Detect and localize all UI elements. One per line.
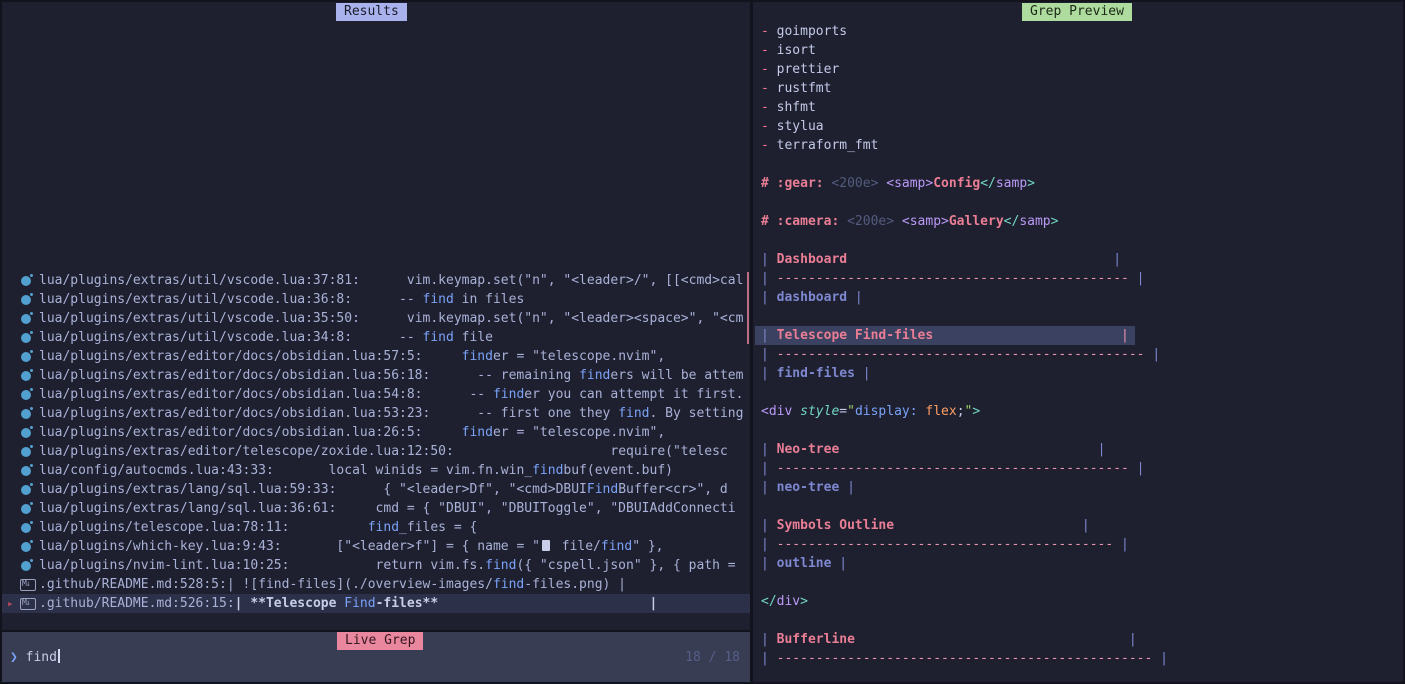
- result-row[interactable]: lua/plugins/extras/editor/docs/obsidian.…: [2, 385, 750, 404]
- preview-line: | Bufferline |: [761, 630, 1403, 649]
- preview-line-highlighted: | Telescope Find-files |: [755, 326, 1135, 345]
- lua-file-icon: [20, 501, 36, 514]
- result-row[interactable]: lua/plugins/extras/util/vscode.lua:34:8:…: [2, 328, 750, 347]
- preview-line: | Dashboard |: [761, 250, 1403, 269]
- result-row[interactable]: lua/plugins/extras/editor/docs/obsidian.…: [2, 347, 750, 366]
- result-row[interactable]: lua/plugins/nvim-lint.lua:10:25: return …: [2, 556, 750, 575]
- prompt-caret-icon: ❯: [10, 650, 18, 665]
- lua-file-icon: [20, 463, 36, 476]
- results-window: Results lua/plugins/extras/util/vscode.l…: [2, 2, 750, 630]
- preview-line: [761, 193, 1403, 212]
- preview-line: [761, 155, 1403, 174]
- preview-line: | Neo-tree |: [761, 440, 1403, 459]
- preview-line: [761, 307, 1403, 326]
- preview-line: | outline |: [761, 554, 1403, 573]
- lua-file-icon: [20, 311, 36, 324]
- result-row[interactable]: lua/plugins/extras/editor/telescope/zoxi…: [2, 442, 750, 461]
- results-list: lua/plugins/extras/util/vscode.lua:37:81…: [2, 271, 750, 613]
- lua-file-icon: [20, 558, 36, 571]
- results-scrollbar[interactable]: [747, 272, 749, 344]
- result-row[interactable]: .github/README.md:528:5:| ![find-files](…: [2, 575, 750, 594]
- match-counter: 18 / 18: [685, 648, 740, 667]
- preview-line: | --------------------------------------…: [761, 269, 1403, 288]
- lua-file-icon: [20, 330, 36, 343]
- result-row[interactable]: lua/plugins/extras/lang/sql.lua:59:33: {…: [2, 480, 750, 499]
- preview-line: | --------------------------------------…: [761, 345, 1403, 364]
- grep-prompt-input[interactable]: ❯ find: [10, 648, 742, 667]
- grep-preview-window: Grep Preview - goimports- isort- prettie…: [753, 2, 1403, 682]
- preview-line: </div>: [761, 592, 1403, 611]
- preview-line: # :gear: <200e> <samp>Config</samp>: [761, 174, 1403, 193]
- preview-line: [761, 383, 1403, 402]
- preview-line: - shfmt: [761, 98, 1403, 117]
- telescope-live-grep-screen: Results lua/plugins/extras/util/vscode.l…: [0, 0, 1405, 684]
- lua-file-icon: [20, 406, 36, 419]
- preview-line: [761, 611, 1403, 630]
- preview-content: - goimports- isort- prettier- rustfmt- s…: [761, 22, 1403, 668]
- lua-file-icon: [20, 292, 36, 305]
- prompt-query-text: find: [26, 650, 57, 665]
- preview-line: - goimports: [761, 22, 1403, 41]
- results-window-title: Results: [336, 3, 407, 21]
- preview-line: | --------------------------------------…: [761, 649, 1403, 668]
- preview-line: [761, 231, 1403, 250]
- lua-file-icon: [20, 368, 36, 381]
- lua-file-icon: [20, 539, 36, 552]
- preview-line: - prettier: [761, 60, 1403, 79]
- selection-arrow-icon: ▸: [7, 594, 14, 613]
- result-row[interactable]: lua/plugins/extras/util/vscode.lua:35:50…: [2, 309, 750, 328]
- lua-file-icon: [20, 273, 36, 286]
- preview-window-title: Grep Preview: [1022, 3, 1132, 21]
- result-row[interactable]: lua/plugins/extras/util/vscode.lua:37:81…: [2, 271, 750, 290]
- lua-file-icon: [20, 387, 36, 400]
- preview-line: - isort: [761, 41, 1403, 60]
- lua-file-icon: [20, 520, 36, 533]
- preview-line: | Symbols Outline |: [761, 516, 1403, 535]
- preview-line: | --------------------------------------…: [761, 535, 1403, 554]
- result-row[interactable]: lua/plugins/extras/lang/sql.lua:36:61: c…: [2, 499, 750, 518]
- result-row[interactable]: lua/config/autocmds.lua:43:33: local win…: [2, 461, 750, 480]
- preview-line: <div style="display: flex;">: [761, 402, 1403, 421]
- preview-line: | --------------------------------------…: [761, 459, 1403, 478]
- preview-line: [761, 421, 1403, 440]
- preview-line: [761, 497, 1403, 516]
- file-icon: [542, 540, 550, 551]
- preview-line: | neo-tree |: [761, 478, 1403, 497]
- lua-file-icon: [20, 482, 36, 495]
- live-grep-prompt-window: Live Grep ❯ find 18 / 18: [2, 632, 750, 682]
- preview-line: [761, 573, 1403, 592]
- prompt-window-title: Live Grep: [337, 632, 423, 650]
- result-row[interactable]: lua/plugins/which-key.lua:9:43: ["<leade…: [2, 537, 750, 556]
- markdown-file-icon: [20, 577, 36, 590]
- preview-line: | find-files |: [761, 364, 1403, 383]
- preview-line: | dashboard |: [761, 288, 1403, 307]
- result-row[interactable]: lua/plugins/telescope.lua:78:11: find_fi…: [2, 518, 750, 537]
- result-row[interactable]: lua/plugins/extras/editor/docs/obsidian.…: [2, 404, 750, 423]
- preview-line: - terraform_fmt: [761, 136, 1403, 155]
- result-row[interactable]: ▸.github/README.md:526:15:| **Telescope …: [2, 594, 750, 613]
- lua-file-icon: [20, 425, 36, 438]
- lua-file-icon: [20, 444, 36, 457]
- markdown-file-icon: [20, 596, 36, 609]
- preview-line: - stylua: [761, 117, 1403, 136]
- text-cursor: [58, 649, 60, 663]
- result-row[interactable]: lua/plugins/extras/editor/docs/obsidian.…: [2, 423, 750, 442]
- result-row[interactable]: lua/plugins/extras/util/vscode.lua:36:8:…: [2, 290, 750, 309]
- lua-file-icon: [20, 349, 36, 362]
- result-row[interactable]: lua/plugins/extras/editor/docs/obsidian.…: [2, 366, 750, 385]
- preview-line: # :camera: <200e> <samp>Gallery</samp>: [761, 212, 1403, 231]
- preview-line: - rustfmt: [761, 79, 1403, 98]
